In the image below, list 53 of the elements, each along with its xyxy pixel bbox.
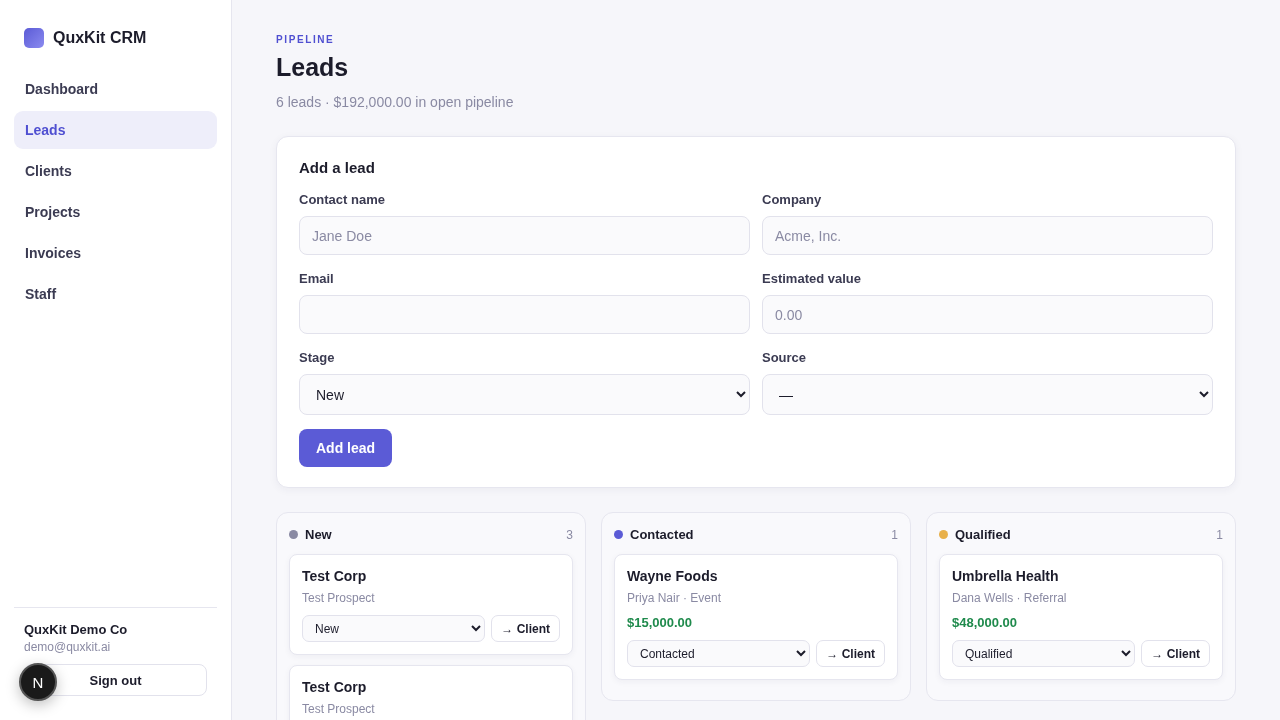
select-field[interactable]: — [762,374,1213,415]
field-label: Email [299,271,335,286]
column-title: Contacted [630,527,694,542]
lead-company: Test Corp [302,568,368,584]
convert-client-button[interactable]: → Client [816,640,885,667]
sidebar-item[interactable]: Projects [14,193,217,231]
sidebar-item[interactable]: Staff [14,275,217,313]
lead-card[interactable]: Wayne Foods Priya Nair · Event $15,000.00 Contacted → Client [614,554,898,680]
logo-icon [24,28,44,48]
field-label: Contact name [299,192,386,207]
sidebar-item[interactable]: Clients [14,152,217,190]
input-field[interactable]: 0.00 [762,295,1213,334]
lead-card[interactable]: Test Corp Test Prospect [289,665,573,720]
select-field[interactable]: New [299,374,750,415]
account-name: QuxKit Demo Co [24,622,129,637]
column-title: Qualified [955,527,1011,542]
column-count: 1 [891,527,898,542]
column-count: 1 [1216,527,1223,542]
field-label: Estimated value [762,271,862,286]
lead-meta: Test Prospect [302,591,376,605]
lead-company: Test Corp [302,679,368,695]
input-field[interactable]: Acme, Inc. [762,216,1213,255]
add-lead-button[interactable]: Add lead [299,429,393,467]
input-field[interactable]: Jane Doe [299,216,750,255]
lead-meta: Dana Wells · Referral [952,591,1068,605]
stage-select[interactable]: Contacted [627,640,811,667]
field-label: Stage [299,350,336,365]
column-count: 3 [566,527,573,542]
field-label: Source [762,350,808,365]
lead-company: Umbrella Health [952,568,1060,584]
lead-card[interactable]: Test Corp Test Prospect New → Client [289,554,573,655]
page-eyebrow: PIPELINE [276,34,336,45]
sidebar-item[interactable]: Invoices [14,234,217,272]
stage-select[interactable]: Qualified [952,640,1136,667]
lead-value: $48,000.00 [952,615,1019,630]
page-title: Leads [276,53,350,82]
column-title: New [305,527,332,542]
lead-meta: Test Prospect [302,702,376,716]
sidebar-item[interactable]: Dashboard [14,70,217,108]
card-title: Add a lead [299,159,376,176]
lead-card[interactable]: Umbrella Health Dana Wells · Referral $48,000.00 Qualified → Client [939,554,1223,680]
convert-client-button[interactable]: → Client [491,615,560,642]
lead-value: $15,000.00 [627,615,694,630]
lead-company: Wayne Foods [627,568,719,584]
account-email: demo@quxkit.ai [24,640,112,654]
app-name: QuxKit CRM [53,29,147,47]
page-summary: 6 leads · $192,000.00 in open pipeline [276,94,515,110]
convert-client-button[interactable]: → Client [1141,640,1210,667]
stage-select[interactable]: New [302,615,486,642]
lead-meta: Priya Nair · Event [627,591,723,605]
sidebar-item[interactable]: Leads [14,111,217,149]
field-label: Company [762,192,823,207]
input-field[interactable] [299,295,750,334]
